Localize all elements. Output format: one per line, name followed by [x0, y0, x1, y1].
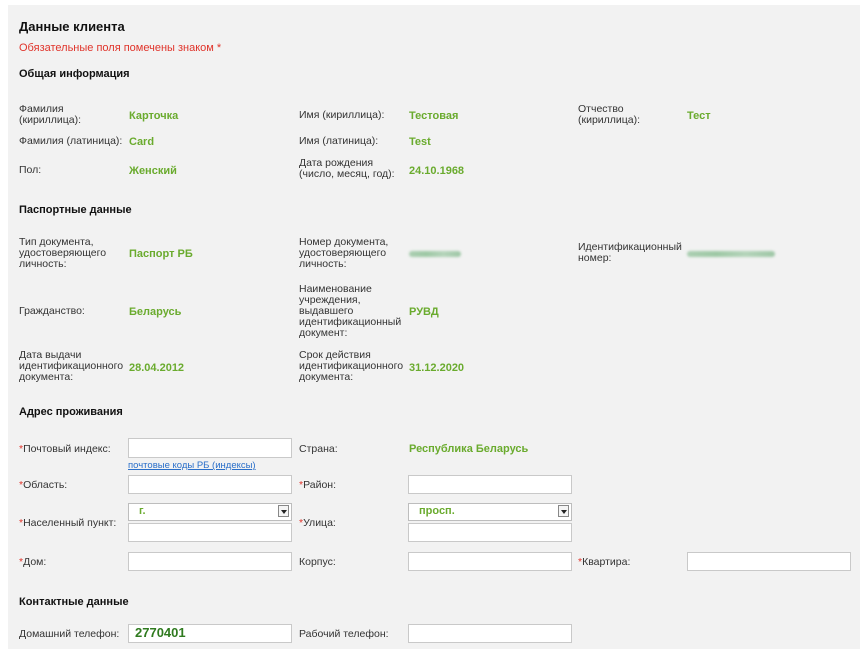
expiry-value: 31.12.2020 [409, 362, 465, 374]
gender-value: Женский [129, 165, 177, 177]
home-phone-input[interactable]: 2770401 [128, 624, 292, 643]
doc-type-label: Тип документа, удостоверяющего личность: [19, 236, 107, 270]
apartment-input[interactable] [687, 552, 851, 571]
name-lat-label: Имя (латиница): [299, 135, 379, 147]
street-type-select[interactable]: просп. [408, 503, 572, 521]
surname-cyr-label: Фамилия (кириллица): [19, 103, 82, 126]
street-input[interactable] [408, 523, 572, 542]
locality-input[interactable] [128, 523, 292, 542]
postal-code-input[interactable] [128, 438, 292, 458]
page-title: Данные клиента [19, 19, 125, 34]
name-cyr-value: Тестовая [409, 110, 459, 122]
issue-date-value: 28.04.2012 [129, 362, 185, 374]
house-label: *Дом: [19, 556, 47, 568]
section-general-title: Общая информация [19, 68, 130, 80]
region-input[interactable] [128, 475, 292, 494]
country-value: Республика Беларусь [409, 443, 529, 455]
issuer-value: РУВД [409, 306, 439, 318]
gender-label: Пол: [19, 164, 42, 176]
country-label: Страна: [299, 443, 338, 455]
doc-number-label: Номер документа, удостоверяющего личност… [299, 236, 389, 270]
region-label: *Область: [19, 479, 68, 491]
home-phone-label: Домашний телефон: [19, 628, 120, 640]
citizenship-value: Беларусь [129, 306, 182, 318]
district-input[interactable] [408, 475, 572, 494]
postal-label: *Почтовый индекс: [19, 443, 111, 455]
id-number-label: Идентификационный номер: [578, 241, 682, 264]
house-input[interactable] [128, 552, 292, 571]
birthdate-label: Дата рождения (число, месяц, год): [299, 157, 395, 180]
building-input[interactable] [408, 552, 572, 571]
name-lat-value: Test [409, 136, 431, 148]
work-phone-label: Рабочий телефон: [299, 628, 389, 640]
apartment-label: *Квартира: [578, 556, 631, 568]
required-note: Обязательные поля помечены знаком * [19, 42, 222, 54]
postal-codes-link[interactable]: почтовые коды РБ (индексы) [128, 460, 256, 471]
chevron-down-icon[interactable] [278, 505, 289, 517]
section-passport-title: Паспортные данные [19, 204, 132, 216]
expiry-label: Срок действия идентификационного докумен… [299, 349, 404, 383]
chevron-down-icon[interactable] [558, 505, 569, 517]
birthdate-value: 24.10.1968 [409, 165, 465, 177]
surname-cyr-value: Карточка [129, 110, 179, 122]
street-label: *Улица: [299, 517, 336, 529]
locality-label: *Населенный пункт: [19, 517, 117, 529]
citizenship-label: Гражданство: [19, 305, 85, 317]
issue-date-label: Дата выдачи идентификационного документа… [19, 349, 124, 383]
issuer-label: Наименование учреждения, выдавшего идент… [299, 283, 402, 339]
name-cyr-label: Имя (кириллица): [299, 109, 385, 121]
surname-lat-label: Фамилия (латиница): [19, 135, 123, 147]
district-label: *Район: [299, 479, 337, 491]
building-label: Корпус: [299, 556, 336, 568]
doc-type-value: Паспорт РБ [129, 248, 193, 260]
work-phone-input[interactable] [408, 624, 572, 643]
surname-lat-value: Card [129, 136, 155, 148]
patronymic-label: Отчество (кириллица): [578, 103, 641, 126]
id-number-redacted [687, 251, 775, 257]
patronymic-value: Тест [687, 110, 711, 122]
locality-type-select[interactable]: г. [128, 503, 292, 521]
section-contacts-title: Контактные данные [19, 596, 129, 608]
doc-number-redacted [409, 251, 461, 257]
section-address-title: Адрес проживания [19, 406, 123, 418]
